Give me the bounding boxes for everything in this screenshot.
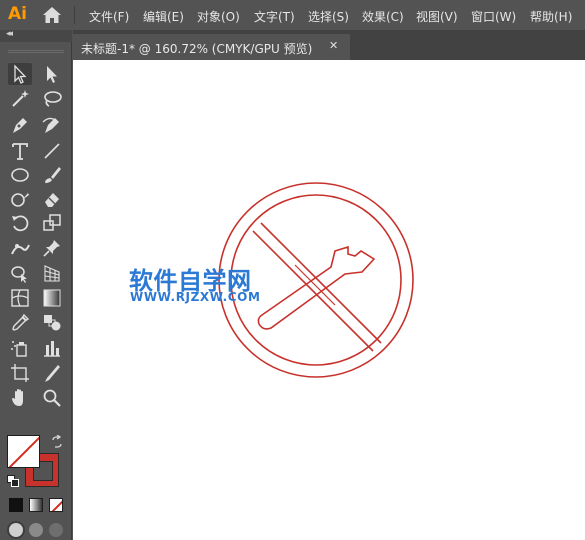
- symbol-sprayer-tool-icon[interactable]: [8, 337, 32, 359]
- tools-panel-header: ◂◂: [0, 29, 72, 42]
- eraser-tool-icon[interactable]: [40, 188, 64, 210]
- menu-help[interactable]: 帮助(H): [530, 8, 572, 25]
- collapse-panel-icon[interactable]: ◂◂: [6, 29, 13, 39]
- artboard-canvas[interactable]: 软件自学网 WWW.RJZXW.COM: [73, 60, 585, 540]
- swap-fill-stroke-icon[interactable]: [50, 434, 64, 452]
- pin-icon[interactable]: [40, 237, 64, 259]
- tools-panel-grip[interactable]: [8, 50, 64, 53]
- document-tab-bar: 未标题-1* @ 160.72% (CMYK/GPU 预览) ✕: [73, 30, 585, 60]
- app-logo: Ai: [8, 4, 27, 24]
- type-tool-icon[interactable]: [8, 140, 32, 162]
- shape-builder-tool-icon[interactable]: [8, 262, 32, 284]
- menu-view[interactable]: 视图(V): [416, 8, 458, 25]
- menu-separator: [74, 6, 75, 24]
- zoom-tool-icon[interactable]: [40, 387, 64, 409]
- shaper-tool-icon[interactable]: [8, 188, 32, 210]
- lasso-tool-icon[interactable]: [40, 88, 64, 110]
- none-fill-slash-icon: [8, 436, 39, 467]
- gradient-mode-button[interactable]: [29, 498, 43, 512]
- rotate-tool-icon[interactable]: [8, 212, 32, 234]
- menu-window[interactable]: 窗口(W): [471, 8, 516, 25]
- document-tab[interactable]: 未标题-1* @ 160.72% (CMYK/GPU 预览) ✕: [73, 34, 350, 60]
- ellipse-tool-icon[interactable]: [8, 164, 32, 186]
- artboard-tool-icon[interactable]: [8, 362, 32, 384]
- menu-type[interactable]: 文字(T): [254, 8, 295, 25]
- diagonal-slash-bottom: [252, 230, 374, 352]
- none-mode-button[interactable]: [49, 498, 63, 512]
- paintbrush-tool-icon[interactable]: [40, 164, 64, 186]
- eyedropper-tool-icon[interactable]: [8, 312, 32, 334]
- menu-file[interactable]: 文件(F): [89, 8, 129, 25]
- default-fill-stroke-icon[interactable]: [7, 475, 19, 487]
- curvature-tool-icon[interactable]: [40, 114, 64, 136]
- gradient-tool-icon[interactable]: [40, 287, 64, 309]
- document-tab-title: 未标题-1* @ 160.72% (CMYK/GPU 预览): [81, 42, 313, 56]
- line-segment-tool-icon[interactable]: [40, 140, 64, 162]
- direct-selection-tool-icon[interactable]: [40, 63, 64, 85]
- draw-normal-icon[interactable]: [9, 523, 23, 537]
- diagonal-slash-top: [260, 222, 382, 344]
- column-graph-tool-icon[interactable]: [40, 337, 64, 359]
- menu-effect[interactable]: 效果(C): [362, 8, 404, 25]
- watermark-url: WWW.RJZXW.COM: [130, 290, 261, 304]
- menu-object[interactable]: 对象(O): [197, 8, 240, 25]
- magic-wand-tool-icon[interactable]: [8, 88, 32, 110]
- slice-tool-icon[interactable]: [40, 362, 64, 384]
- scale-tool-icon[interactable]: [40, 212, 64, 234]
- close-tab-icon[interactable]: ✕: [329, 39, 338, 52]
- mesh-tool-icon[interactable]: [8, 287, 32, 309]
- perspective-grid-tool-icon[interactable]: [40, 262, 64, 284]
- home-icon[interactable]: [42, 6, 62, 24]
- illustrator-window: Ai 文件(F) 编辑(E) 对象(O) 文字(T) 选择(S) 效果(C) 视…: [0, 0, 585, 540]
- menu-edit[interactable]: 编辑(E): [143, 8, 184, 25]
- pen-tool-icon[interactable]: [8, 114, 32, 136]
- draw-behind-icon[interactable]: [29, 523, 43, 537]
- puppet-warp-tool-icon[interactable]: [8, 237, 32, 259]
- wrench-shape: [257, 245, 376, 330]
- menu-select[interactable]: 选择(S): [308, 8, 349, 25]
- blend-tool-icon[interactable]: [40, 312, 64, 334]
- fill-color-swatch[interactable]: [7, 435, 40, 468]
- color-mode-button[interactable]: [9, 498, 23, 512]
- menu-bar: Ai 文件(F) 编辑(E) 对象(O) 文字(T) 选择(S) 效果(C) 视…: [0, 0, 585, 30]
- tools-panel: ◂◂: [0, 29, 72, 540]
- inner-ring: [230, 194, 402, 366]
- none-slash-icon: [51, 500, 62, 511]
- draw-inside-icon[interactable]: [49, 523, 63, 537]
- hand-tool-icon[interactable]: [8, 387, 32, 409]
- selection-tool-icon[interactable]: [8, 63, 32, 85]
